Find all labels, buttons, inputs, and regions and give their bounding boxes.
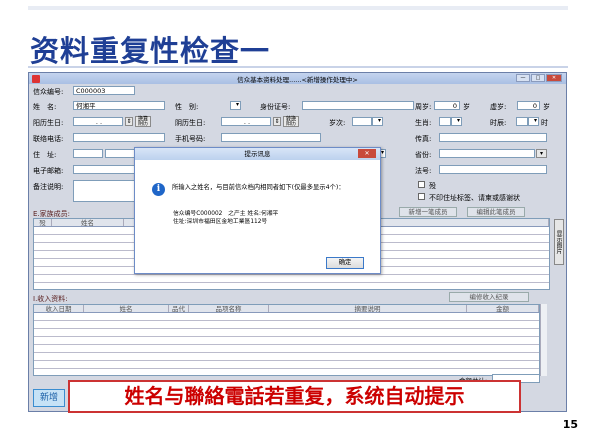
remark-field[interactable] — [73, 180, 135, 202]
deceased-label: 殁 — [429, 182, 436, 190]
prompt-dialog: 提示讯息 ✕ i 所输入之姓名，与目前信众档内相同者如下(仅最多显示4个)： 信… — [134, 147, 381, 274]
mobile-label: 手机号码: — [175, 135, 206, 143]
new-record-button[interactable]: 新增 — [33, 389, 65, 407]
window-titlebar: 信众基本资料处理......<新增操作处理中> — □ ✕ — [29, 73, 566, 84]
title-divider — [28, 66, 568, 68]
xu-age-field[interactable]: 0 — [517, 101, 540, 110]
dialog-titlebar: 提示讯息 ✕ — [135, 148, 380, 160]
rank-select[interactable] — [372, 117, 383, 126]
page-number: 15 — [562, 418, 578, 431]
province-dropdown-button[interactable]: ▾ — [536, 149, 547, 158]
id-label: 身份证号: — [260, 103, 291, 111]
income-scrollbar[interactable] — [540, 304, 547, 376]
name-label: 姓 名: — [33, 103, 57, 111]
age-label: 周岁: — [415, 103, 432, 111]
xu-age-unit: 岁 — [543, 103, 550, 111]
info-icon: i — [152, 183, 165, 196]
gender-select[interactable] — [230, 101, 241, 110]
name-field[interactable]: 何湘平 — [73, 101, 165, 110]
income-col-name: 姓名 — [84, 305, 169, 313]
income-col-code: 品代 — [169, 305, 189, 313]
close-button[interactable]: ✕ — [546, 74, 562, 82]
address-zip-field[interactable] — [73, 149, 103, 158]
zodiac-label: 生肖: — [415, 119, 432, 127]
slide-banner: 姓名与聯絡電話若重复，系统自动提示 — [68, 380, 521, 413]
edit-income-button[interactable]: 编修收入纪录 — [449, 292, 529, 302]
province-field[interactable] — [439, 149, 535, 158]
time-label: 时辰: — [490, 119, 507, 127]
rank-field[interactable] — [352, 117, 372, 126]
lunar-spinner[interactable]: ⇕ — [273, 117, 281, 126]
income-col-date: 收入日期 — [34, 305, 84, 313]
time-unit: 时 — [541, 119, 548, 127]
dialog-match-line2: 住址:深圳市福田区金地工業區112号 — [173, 219, 268, 225]
dharma-name-label: 法号: — [415, 167, 432, 175]
age-unit: 岁 — [463, 103, 470, 111]
dialog-close-button[interactable]: ✕ — [358, 149, 376, 158]
gender-label: 性 别: — [175, 103, 199, 111]
slide-top-band — [28, 6, 568, 10]
age-field[interactable]: 0 — [434, 101, 460, 110]
deceased-checkbox[interactable] — [418, 181, 425, 188]
convert-lunar-button[interactable]: 换算阴历 — [135, 116, 151, 127]
fax-label: 传真: — [415, 135, 432, 143]
income-col-amount: 金额 — [467, 305, 539, 313]
dharma-name-field[interactable] — [439, 165, 547, 174]
address-field[interactable] — [105, 149, 135, 158]
minimize-button[interactable]: — — [516, 74, 530, 82]
income-rows — [34, 313, 539, 375]
phone-field[interactable] — [73, 133, 165, 142]
no-print-label: 不印住址标签、请柬或感谢状 — [429, 194, 520, 202]
income-col-item: 品项名称 — [189, 305, 269, 313]
xu-age-label: 虚岁: — [490, 103, 507, 111]
slide-title: 资料重复性检查一 — [30, 34, 271, 68]
solar-birthday-field[interactable]: . . — [73, 117, 123, 126]
lunar-birthday-label: 阴历生日: — [175, 119, 206, 127]
email-label: 电子邮箱: — [33, 167, 64, 175]
mobile-field[interactable] — [221, 133, 321, 142]
lunar-birthday-field[interactable]: . . — [221, 117, 271, 126]
no-print-checkbox[interactable] — [418, 193, 425, 200]
email-field[interactable] — [73, 165, 135, 174]
window-title: 信众基本资料处理......<新增操作处理中> — [237, 75, 358, 84]
edit-member-button[interactable]: 编辑此笔成员 — [467, 207, 525, 217]
zodiac-select[interactable] — [451, 117, 462, 126]
convert-solar-button[interactable]: 转换阳历 — [283, 116, 299, 127]
fax-field[interactable] — [439, 133, 547, 142]
family-col-name: 姓名 — [52, 219, 124, 227]
address-label: 住 址: — [33, 151, 57, 159]
income-col-summary: 摘要说明 — [269, 305, 467, 313]
income-grid[interactable]: 收入日期 姓名 品代 品项名称 摘要说明 金额 — [33, 304, 540, 376]
phone-label: 联络电话: — [33, 135, 64, 143]
solar-birthday-label: 阳历生日: — [33, 119, 64, 127]
rank-label: 岁次: — [329, 119, 346, 127]
dialog-ok-button[interactable]: 确定 — [326, 257, 364, 269]
maximize-button[interactable]: □ — [531, 74, 545, 82]
time-select[interactable] — [528, 117, 539, 126]
dialog-message: 所输入之姓名，与目前信众档内相同者如下(仅最多显示4个)： — [172, 184, 345, 191]
solar-spinner[interactable]: ⇕ — [125, 117, 133, 126]
time-field[interactable] — [516, 117, 528, 126]
income-section-title: I.收入资料: — [33, 295, 68, 303]
member-no-field[interactable]: C000003 — [73, 86, 135, 95]
id-field[interactable] — [302, 101, 414, 110]
remark-label: 备注说明: — [33, 183, 64, 191]
zodiac-field[interactable] — [439, 117, 451, 126]
dialog-title: 提示讯息 — [244, 150, 271, 158]
member-no-label: 信众编号: — [33, 88, 64, 96]
province-label: 省份: — [415, 151, 432, 159]
add-member-button[interactable]: 新增一笔成员 — [399, 207, 457, 217]
family-col-deceased: 殁 — [34, 219, 52, 227]
show-image-button[interactable]: 显示图片 — [554, 219, 564, 265]
